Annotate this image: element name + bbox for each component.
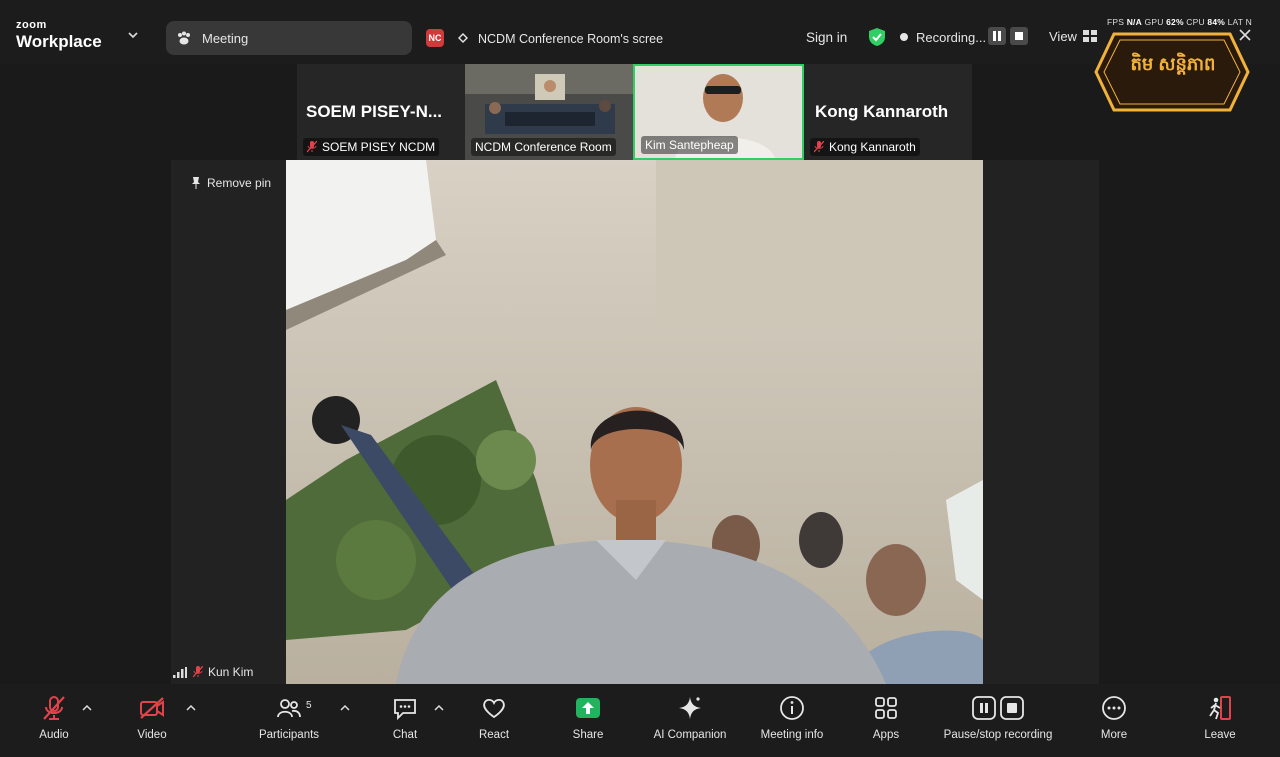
paw-icon (178, 31, 190, 45)
participant-name-label: NCDM Conference Room (471, 138, 616, 156)
mic-muted-icon (814, 141, 824, 153)
remove-pin-button[interactable]: Remove pin (191, 176, 271, 190)
recording-pause-button[interactable] (988, 27, 1006, 45)
mic-muted-icon (307, 141, 317, 153)
recording-stop-button[interactable] (1010, 27, 1028, 45)
zoom-workplace-brand[interactable]: zoom Workplace (16, 19, 102, 51)
chevron-up-icon[interactable] (186, 704, 196, 712)
participant-tile-kim-santepheap[interactable]: Kim Santepheap (633, 64, 804, 160)
car-interior-video-feed (286, 160, 983, 684)
connection-signal-icon (173, 666, 187, 678)
participant-name-label: Kim Santepheap (641, 136, 738, 154)
chevron-up-icon[interactable] (434, 704, 444, 712)
chevron-down-icon[interactable] (128, 30, 138, 40)
shared-screen-title[interactable]: NCDM Conference Room's scree (478, 32, 663, 46)
participants-button[interactable]: Participants (250, 684, 328, 757)
chat-icon (394, 699, 416, 721)
screen-share-icon (458, 33, 468, 43)
active-speaker-video (286, 160, 983, 684)
leave-icon (1209, 696, 1231, 720)
apps-icon (875, 697, 897, 719)
meeting-info-button[interactable]: Meeting info (750, 684, 834, 757)
chevron-up-icon[interactable] (82, 704, 92, 712)
share-screen-icon (576, 698, 600, 718)
mic-muted-icon (43, 696, 65, 720)
pause-stop-recording-icon (972, 696, 1024, 720)
recording-status: Recording... (916, 30, 987, 45)
view-button[interactable]: View (1049, 29, 1077, 44)
participants-icon (277, 699, 301, 718)
pause-stop-recording-button[interactable]: Pause/stop recording (934, 684, 1062, 757)
title-bar: zoom Workplace Meeting NC NCDM Conferenc… (0, 0, 1280, 64)
brand-small-text: zoom (16, 19, 47, 31)
stop-icon (1015, 32, 1023, 40)
pin-icon (192, 177, 200, 189)
sparkle-icon (679, 697, 701, 719)
participant-tile-ncdm-conference-room[interactable]: NCDM Conference Room (465, 64, 633, 160)
meeting-tab[interactable]: Meeting (166, 21, 412, 55)
active-speaker-label: Kun Kim (173, 665, 253, 679)
ai-companion-button[interactable]: AI Companion (646, 684, 734, 757)
performance-stats: FPS N/A GPU 62% CPU 84% LAT N (1107, 17, 1252, 27)
share-button[interactable]: Share (568, 684, 608, 757)
participant-name-label: Kong Kannaroth (810, 138, 920, 156)
participant-tile-soem-pisey[interactable]: SOEM PISEY-N... SOEM PISEY NCDM (297, 64, 465, 160)
react-button[interactable]: React (474, 684, 514, 757)
shield-check-icon[interactable] (867, 27, 887, 47)
brand-logo-text: តិម សន្តិភាព (1130, 54, 1216, 74)
sign-in-button[interactable]: Sign in (806, 30, 847, 45)
info-icon (780, 696, 804, 720)
participant-tile-kong-kannaroth[interactable]: Kong Kannaroth Kong Kannaroth (804, 64, 972, 160)
recording-dot-icon (900, 33, 908, 41)
chevron-up-icon[interactable] (340, 704, 350, 712)
apps-button[interactable]: Apps (866, 684, 906, 757)
meeting-toolbar: Audio Video Participants 5 Chat React Sh… (0, 684, 1280, 757)
audio-button[interactable]: Audio (34, 684, 74, 757)
video-off-icon (140, 697, 164, 719)
participants-count: 5 (306, 700, 312, 711)
share-avatar-badge: NC (426, 29, 444, 47)
chat-button[interactable]: Chat (386, 684, 424, 757)
heart-icon (483, 698, 505, 719)
participant-name-label: SOEM PISEY NCDM (303, 138, 440, 156)
participant-display-name: SOEM PISEY-N... (306, 102, 443, 121)
more-button[interactable]: More (1094, 684, 1134, 757)
brand-large-text: Workplace (16, 32, 102, 51)
participant-display-name: Kong Kannaroth (815, 102, 949, 121)
more-icon (1102, 696, 1126, 720)
leave-button[interactable]: Leave (1200, 684, 1240, 757)
pause-icon (993, 31, 1001, 41)
mic-muted-icon (193, 666, 203, 678)
meeting-tab-label: Meeting (202, 30, 249, 46)
video-button[interactable]: Video (132, 684, 172, 757)
